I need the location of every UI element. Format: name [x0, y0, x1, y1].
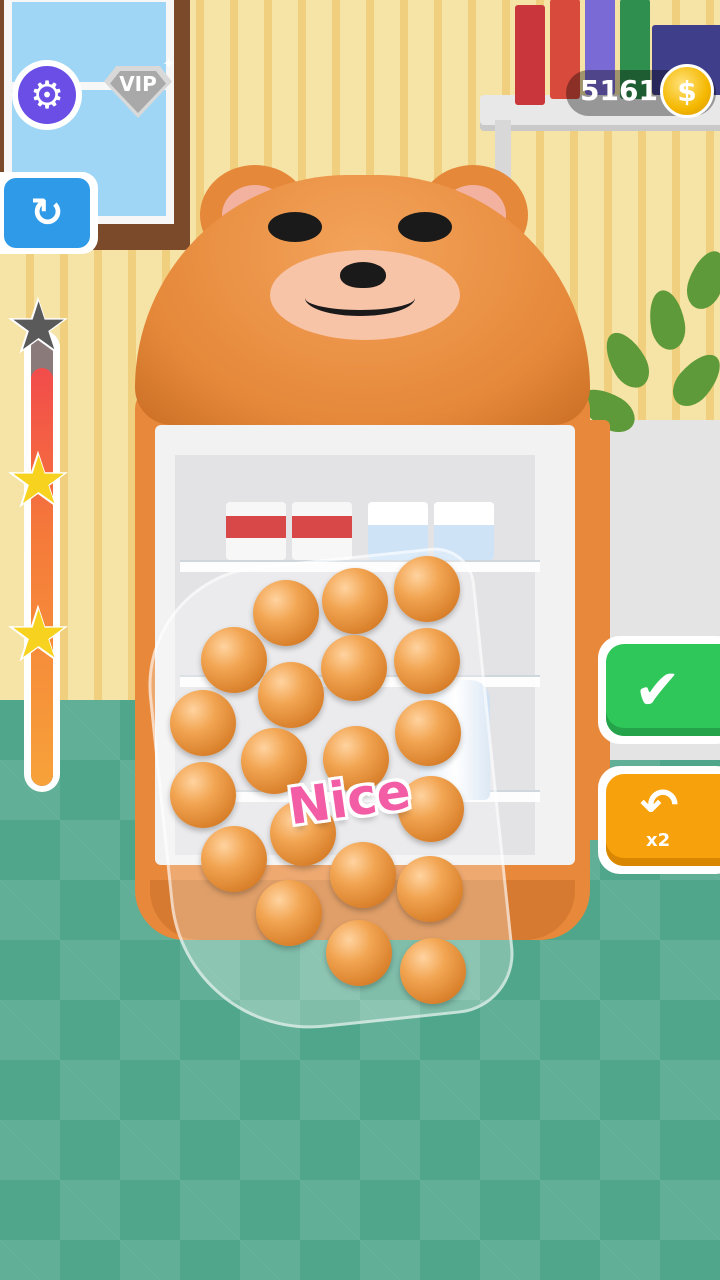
level-progress-bar: [24, 330, 60, 792]
sparkle-icon: ✦: [162, 54, 176, 73]
progress-fill: [31, 367, 53, 786]
orange-ball[interactable]: [394, 628, 460, 694]
orange-ball[interactable]: [395, 700, 461, 766]
restart-icon: ↻: [4, 178, 90, 248]
orange-ball[interactable]: [201, 627, 267, 693]
orange-ball[interactable]: [400, 938, 466, 1004]
checkmark-icon: ✔: [606, 644, 720, 736]
star-icon-earned: ★: [9, 596, 69, 673]
vip-label: VIP: [119, 72, 157, 96]
orange-ball[interactable]: [256, 880, 322, 946]
orange-ball[interactable]: [258, 662, 324, 728]
confirm-button[interactable]: ✔: [598, 636, 720, 744]
orange-ball[interactable]: [397, 856, 463, 922]
orange-ball[interactable]: [170, 690, 236, 756]
orange-ball[interactable]: [253, 580, 319, 646]
bear-eye: [398, 212, 452, 242]
orange-ball[interactable]: [322, 568, 388, 634]
undo-multiplier: x2: [646, 830, 671, 851]
undo-icon: ↶: [640, 778, 679, 832]
undo-button[interactable]: ↶ x2: [598, 766, 720, 874]
settings-button[interactable]: ⚙: [12, 60, 82, 130]
yogurt-cup: [226, 502, 286, 560]
orange-ball[interactable]: [394, 556, 460, 622]
orange-ball[interactable]: [170, 762, 236, 828]
bear-mouth: [305, 280, 415, 316]
orange-ball[interactable]: [321, 635, 387, 701]
bear-eye: [268, 212, 322, 242]
coin-count: 5161: [580, 74, 658, 107]
orange-ball[interactable]: [330, 842, 396, 908]
orange-ball[interactable]: [201, 826, 267, 892]
orange-ball[interactable]: [326, 920, 392, 986]
coin-counter: 5161 $: [566, 64, 716, 118]
yogurt-cup: [292, 502, 352, 560]
gear-icon: ⚙: [18, 66, 76, 124]
coin-icon: $: [660, 64, 714, 118]
restart-button[interactable]: ↻: [0, 172, 98, 254]
star-icon-empty: ★: [9, 288, 69, 365]
star-icon-earned: ★: [9, 442, 69, 519]
